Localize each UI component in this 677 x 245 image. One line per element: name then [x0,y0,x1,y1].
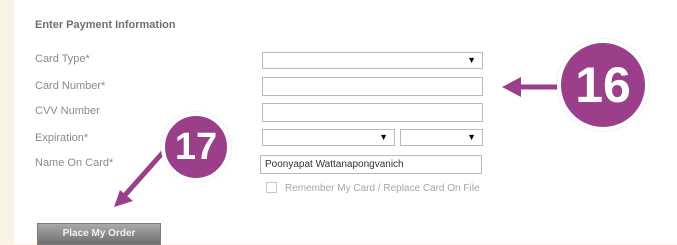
callout-16: 16 [557,39,649,131]
arrow-17 [110,143,172,212]
arrow-16 [497,73,572,101]
callout-17: 17 [161,112,231,182]
